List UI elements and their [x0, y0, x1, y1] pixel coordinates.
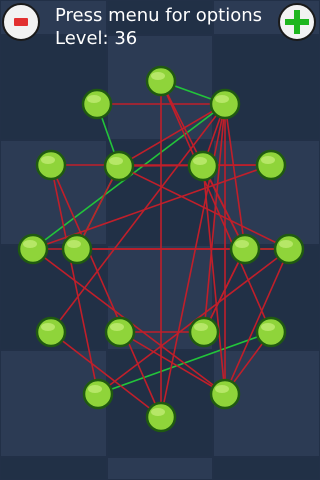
vertex-node-body[interactable] [188, 316, 220, 348]
game-screen: Press menu for options Level: 36 [0, 0, 320, 480]
vertex-node-highlight [67, 240, 81, 248]
vertex-node-body[interactable] [104, 316, 136, 348]
level-number: 36 [114, 28, 138, 49]
level-indicator: Level: 36 [55, 28, 137, 50]
level-label: Level: [55, 28, 109, 49]
vertex-node-highlight [215, 385, 229, 393]
vertex-node-body[interactable] [81, 88, 113, 120]
minus-icon [14, 18, 28, 26]
plus-icon-stem [294, 10, 300, 34]
vertex-node-highlight [261, 156, 275, 164]
zoom-out-button[interactable] [2, 3, 40, 41]
vertex-node-highlight [88, 385, 102, 393]
vertex-node[interactable] [273, 233, 305, 265]
vertex-node[interactable] [145, 401, 177, 433]
zoom-in-button[interactable] [278, 3, 316, 41]
vertex-node-highlight [109, 157, 123, 165]
vertex-node-highlight [87, 95, 101, 103]
vertex-node-body[interactable] [229, 233, 261, 265]
vertex-node[interactable] [145, 65, 177, 97]
vertex-node-highlight [193, 157, 207, 165]
vertex-node[interactable] [255, 316, 287, 348]
vertex-node-body[interactable] [187, 150, 219, 182]
vertex-node-body[interactable] [35, 316, 67, 348]
puzzle-board[interactable] [0, 0, 320, 480]
vertex-node[interactable] [35, 316, 67, 348]
vertex-node[interactable] [17, 233, 49, 265]
vertex-node-highlight [261, 323, 275, 331]
vertex-node-highlight [279, 240, 293, 248]
vertex-node-highlight [41, 156, 55, 164]
vertex-node-body[interactable] [255, 316, 287, 348]
vertex-node[interactable] [255, 149, 287, 181]
vertex-node[interactable] [103, 150, 135, 182]
vertex-node-highlight [41, 323, 55, 331]
vertex-node[interactable] [229, 233, 261, 265]
vertex-node-highlight [151, 72, 165, 80]
vertex-node-body[interactable] [35, 149, 67, 181]
vertex-node-highlight [110, 323, 124, 331]
vertex-node[interactable] [82, 378, 114, 410]
vertex-node-body[interactable] [61, 233, 93, 265]
vertex-node-highlight [194, 323, 208, 331]
vertex-node[interactable] [187, 150, 219, 182]
vertex-node-body[interactable] [145, 65, 177, 97]
vertex-node-body[interactable] [82, 378, 114, 410]
crossing-edge [50, 103, 226, 333]
vertex-node[interactable] [35, 149, 67, 181]
vertex-node-body[interactable] [145, 401, 177, 433]
vertex-node-body[interactable] [17, 233, 49, 265]
vertex-node[interactable] [61, 233, 93, 265]
options-hint: Press menu for options [55, 5, 263, 26]
vertex-node-body[interactable] [209, 378, 241, 410]
vertex-node-body[interactable] [103, 150, 135, 182]
vertex-node[interactable] [209, 378, 241, 410]
vertex-node-highlight [215, 95, 229, 103]
vertex-node-highlight [235, 240, 249, 248]
vertex-node[interactable] [81, 88, 113, 120]
vertex-node-body[interactable] [273, 233, 305, 265]
crossing-edge [50, 164, 162, 418]
vertex-node-highlight [23, 240, 37, 248]
vertex-node-highlight [151, 408, 165, 416]
vertex-node-body[interactable] [209, 88, 241, 120]
vertex-node-body[interactable] [255, 149, 287, 181]
vertex-node[interactable] [209, 88, 241, 120]
vertex-node[interactable] [188, 316, 220, 348]
vertex-node[interactable] [104, 316, 136, 348]
